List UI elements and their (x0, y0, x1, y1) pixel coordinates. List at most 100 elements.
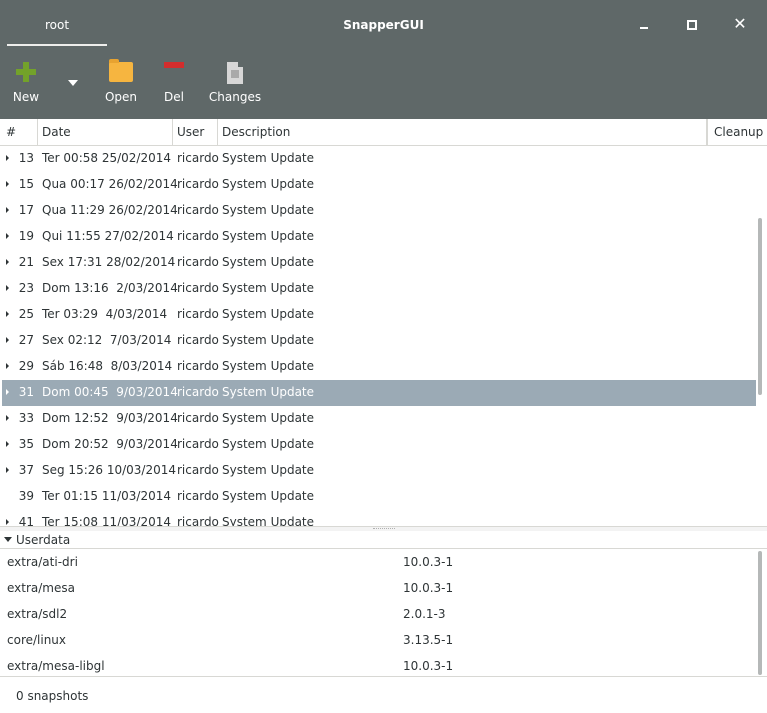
tab-root[interactable]: root (7, 0, 107, 46)
package-version: 2.0.1-3 (403, 607, 446, 621)
snapshot-list-scrollbar[interactable] (758, 218, 762, 395)
table-row[interactable]: 33 Dom 12:52 9/03/2014 ricardo System Updat… (2, 406, 756, 432)
userdata-label: Userdata (16, 533, 71, 547)
table-row[interactable]: 17 Qua 11:29 26/02/2014 ricardo System Upda… (2, 198, 756, 224)
column-header-number[interactable]: # (0, 119, 38, 145)
snapshot-date: Qui 11:55 27/02/2014 (42, 229, 174, 243)
new-snapshot-button[interactable]: New (6, 58, 46, 112)
snapshot-date: Ter 00:58 25/02/2014 (42, 151, 171, 165)
expander-icon[interactable] (6, 389, 9, 395)
snapshot-user: ricardo (177, 359, 219, 373)
drag-handle-icon (373, 528, 395, 530)
snapshot-number: 19 (18, 229, 34, 243)
table-row[interactable]: 31 Dom 00:45 9/03/2014 ricardo System Updat… (2, 380, 756, 406)
snapshot-user: ricardo (177, 281, 219, 295)
snapshot-description: System Update (222, 255, 315, 269)
expander-icon[interactable] (6, 415, 9, 421)
snapshot-number: 31 (18, 385, 34, 399)
document-icon (227, 62, 243, 84)
userdata-scrollbar[interactable] (758, 551, 762, 675)
snapshot-date: Seg 15:26 10/03/2014 (42, 463, 176, 477)
snapshot-date: Dom 13:16 2/03/2014 (42, 281, 178, 295)
userdata-package-list[interactable]: extra/ati-dri 10.0.3-1 extra/mesa 10.0.3-1 e… (0, 549, 767, 676)
snapshot-user: ricardo (177, 151, 219, 165)
list-item[interactable]: core/linux 3.13.5-1 (0, 627, 756, 653)
snapshot-user: ricardo (177, 489, 219, 503)
expander-icon[interactable] (6, 467, 9, 473)
snapshot-user: ricardo (177, 203, 219, 217)
snapshot-user: ricardo (177, 177, 219, 191)
snapshot-date: Qua 11:29 26/02/2014 (42, 203, 178, 217)
table-row[interactable]: 29 Sáb 16:48 8/03/2014 ricardo System Updat… (2, 354, 756, 380)
expander-icon[interactable] (6, 181, 9, 187)
table-row[interactable]: 21 Sex 17:31 28/02/2014 ricardo System Upda… (2, 250, 756, 276)
expander-icon[interactable] (6, 363, 9, 369)
table-row[interactable]: 25 Ter 03:29 4/03/2014 ricardo System Updat… (2, 302, 756, 328)
snapshot-user: ricardo (177, 463, 219, 477)
package-name: extra/ati-dri (7, 555, 78, 569)
snapshot-description: System Update (222, 385, 315, 399)
package-name: core/linux (7, 633, 67, 647)
column-header-description[interactable]: Description (218, 119, 707, 145)
del-label: Del (164, 90, 184, 104)
package-name: extra/mesa-libgl (7, 659, 105, 673)
plus-icon (16, 62, 36, 82)
snapshot-description: System Update (222, 333, 315, 347)
expander-icon[interactable] (6, 233, 9, 239)
open-button[interactable]: Open (100, 58, 142, 112)
snapshot-user: ricardo (177, 411, 219, 425)
snapshot-date: Sex 17:31 28/02/2014 (42, 255, 176, 269)
snapshot-user: ricardo (177, 307, 219, 321)
package-name: extra/mesa (7, 581, 75, 595)
table-row[interactable]: 39 Ter 01:15 11/03/2014 ricardo System Upda… (2, 484, 756, 510)
table-row[interactable]: 35 Dom 20:52 9/03/2014 ricardo System Updat… (2, 432, 756, 458)
snapshot-number: 33 (18, 411, 34, 425)
changes-button[interactable]: Changes (208, 58, 262, 112)
table-row[interactable]: 15 Qua 00:17 26/02/2014 ricardo System Upda… (2, 172, 756, 198)
snapshot-description: System Update (222, 229, 315, 243)
column-header-user[interactable]: User (173, 119, 218, 145)
new-dropdown-button[interactable] (62, 74, 84, 92)
snapshot-description: System Update (222, 281, 315, 295)
table-row[interactable]: 41 Ter 15:08 11/03/2014 ricardo System Upda… (2, 510, 756, 526)
snapshot-description: System Update (222, 359, 315, 373)
table-row[interactable]: 27 Sex 02:12 7/03/2014 ricardo System Updat… (2, 328, 756, 354)
snapshot-number: 35 (18, 437, 34, 451)
delete-button[interactable]: Del (156, 58, 192, 112)
package-version: 10.0.3-1 (403, 555, 454, 569)
maximize-button[interactable] (681, 14, 701, 34)
expander-icon[interactable] (6, 285, 9, 291)
expander-icon[interactable] (6, 441, 9, 447)
snapshot-number: 23 (18, 281, 34, 295)
minimize-button[interactable] (634, 14, 654, 34)
expander-icon[interactable] (6, 207, 9, 213)
column-header-date[interactable]: Date (38, 119, 173, 145)
list-item[interactable]: extra/ati-dri 10.0.3-1 (0, 549, 756, 575)
list-item[interactable]: extra/mesa-libgl 10.0.3-1 (0, 653, 756, 676)
column-header-cleanup[interactable]: Cleanup (707, 119, 767, 145)
table-row[interactable]: 13 Ter 00:58 25/02/2014 ricardo System Upda… (2, 146, 756, 172)
header-bar: root SnapperGUI ✕ New Open Del Changes (0, 0, 767, 119)
expander-icon[interactable] (6, 337, 9, 343)
expander-icon[interactable] (6, 311, 9, 317)
snapshot-description: System Update (222, 151, 315, 165)
expander-icon[interactable] (6, 259, 9, 265)
snapshot-list[interactable]: 13 Ter 00:58 25/02/2014 ricardo System Upda… (0, 146, 767, 526)
table-row[interactable]: 19 Qui 11:55 27/02/2014 ricardo System Upda… (2, 224, 756, 250)
list-item[interactable]: extra/sdl2 2.0.1-3 (0, 601, 756, 627)
close-button[interactable]: ✕ (730, 14, 750, 34)
expander-icon[interactable] (6, 519, 9, 525)
snapshot-date: Sex 02:12 7/03/2014 (42, 333, 172, 347)
package-name: extra/sdl2 (7, 607, 68, 621)
snapshot-description: System Update (222, 463, 315, 477)
expander-icon[interactable] (6, 155, 9, 161)
list-item[interactable]: extra/mesa 10.0.3-1 (0, 575, 756, 601)
folder-icon (109, 59, 133, 82)
snapshot-date: Dom 20:52 9/03/2014 (42, 437, 178, 451)
snapshot-number: 29 (18, 359, 34, 373)
table-row[interactable]: 23 Dom 13:16 2/03/2014 ricardo System Updat… (2, 276, 756, 302)
snapshot-description: System Update (222, 177, 315, 191)
userdata-header[interactable]: Userdata (0, 531, 767, 549)
snapshot-date: Ter 15:08 11/03/2014 (42, 515, 171, 526)
table-row[interactable]: 37 Seg 15:26 10/03/2014 ricardo System Upda… (2, 458, 756, 484)
